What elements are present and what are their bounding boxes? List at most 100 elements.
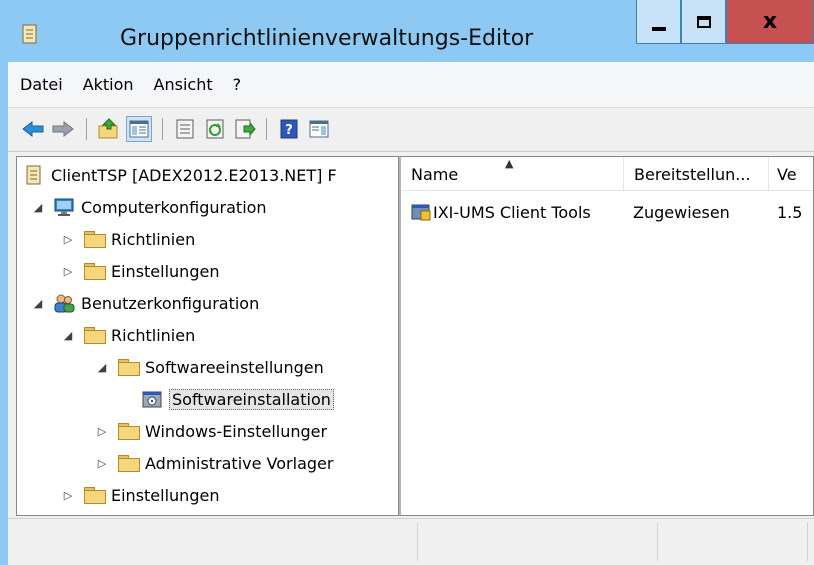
- tree-item-label: ClientTSP [ADEX2012.E2013.NET] F: [51, 165, 337, 185]
- tree-item-root[interactable]: ClientTSP [ADEX2012.E2013.NET] F: [23, 159, 337, 191]
- back-arrow-icon: [22, 120, 44, 138]
- column-header-version[interactable]: Ve: [769, 157, 813, 191]
- tree-item-label: Administrative Vorlager: [145, 453, 334, 473]
- tree-item-label: Richtlinien: [111, 325, 196, 345]
- tree-item-user-richtlinien[interactable]: ◢ Richtlinien: [61, 319, 195, 351]
- expanded-arrow-icon[interactable]: ◢: [95, 361, 109, 374]
- menu-bar: Datei Aktion Ansicht ?: [8, 62, 814, 108]
- help-button[interactable]: ?: [276, 116, 302, 142]
- toolbar-separator: [86, 118, 87, 140]
- properties-button[interactable]: [172, 116, 198, 142]
- status-bar-cell: [418, 523, 658, 561]
- help-icon: ?: [280, 119, 298, 139]
- collapsed-arrow-icon[interactable]: ▷: [61, 265, 75, 278]
- status-bar-cell: [658, 523, 808, 561]
- folder-icon: [83, 229, 106, 249]
- show-hide-action-pane-button[interactable]: [306, 116, 332, 142]
- list-header: Name ▲ Bereitstellun... Ve: [401, 157, 813, 191]
- list-item-deployment: Zugewiesen: [633, 202, 730, 222]
- folder-icon: [83, 485, 106, 505]
- menu-datei[interactable]: Datei: [20, 75, 63, 94]
- toolbar: ?: [8, 108, 814, 152]
- app-icon: [22, 24, 37, 44]
- computer-icon: [54, 198, 74, 216]
- collapsed-arrow-icon[interactable]: ▷: [95, 457, 109, 470]
- tree-item-label: Einstellungen: [111, 485, 220, 505]
- software-installation-icon: [142, 391, 162, 408]
- list-cell-version: 1.5: [777, 197, 813, 227]
- list-item[interactable]: IXI-UMS Client Tools Zugewiesen 1.5: [401, 197, 813, 227]
- menu-help[interactable]: ?: [233, 75, 242, 94]
- folder-icon: [83, 325, 106, 345]
- tree-item-richtlinien[interactable]: ▷ Richtlinien: [61, 223, 195, 255]
- show-hide-tree-icon: [129, 120, 149, 138]
- tree-item-label: Softwareinstallation: [169, 388, 334, 410]
- up-folder-icon: [98, 118, 118, 139]
- title-bar[interactable]: Gruppenrichtlinienverwaltungs-Editor x: [0, 0, 814, 62]
- sort-ascending-icon: ▲: [505, 157, 514, 170]
- show-hide-tree-button[interactable]: [126, 116, 152, 142]
- tree-item-user-einstellungen[interactable]: ▷ Einstellungen: [61, 479, 220, 511]
- expanded-arrow-icon[interactable]: ◢: [31, 297, 45, 310]
- show-hide-action-pane-icon: [309, 120, 329, 138]
- collapsed-arrow-icon[interactable]: ▷: [61, 233, 75, 246]
- tree-item-label: Softwareeinstellungen: [145, 357, 324, 377]
- tree-item-label: Windows-Einstellunger: [145, 421, 328, 441]
- export-list-icon: [235, 119, 256, 139]
- list-cell-name: IXI-UMS Client Tools: [411, 197, 624, 227]
- column-label: Ve: [777, 164, 797, 184]
- tree-item-benutzerkonfiguration[interactable]: ◢ Benutzerkonfiguration: [31, 287, 259, 319]
- close-icon: x: [762, 9, 778, 34]
- column-label: Name: [411, 164, 459, 184]
- tree-item-label: Benutzerkonfiguration: [81, 293, 260, 313]
- users-icon: [54, 294, 75, 313]
- minimize-icon: [651, 26, 666, 31]
- software-package-icon: [411, 204, 431, 221]
- close-button[interactable]: x: [726, 0, 814, 44]
- forward-button[interactable]: [50, 116, 76, 142]
- back-button[interactable]: [20, 116, 46, 142]
- folder-icon: [83, 261, 106, 281]
- window-title: Gruppenrichtlinienverwaltungs-Editor: [120, 26, 534, 51]
- client-area: Datei Aktion Ansicht ? ? ClientTSP [ADEX…: [8, 62, 814, 565]
- maximize-button[interactable]: [681, 0, 726, 44]
- window-frame: Gruppenrichtlinienverwaltungs-Editor x D…: [0, 0, 814, 565]
- refresh-icon: [206, 119, 224, 139]
- properties-icon: [176, 119, 194, 139]
- status-bar-cell: [8, 523, 418, 561]
- svg-text:?: ?: [285, 123, 293, 138]
- folder-icon: [117, 357, 140, 377]
- menu-aktion[interactable]: Aktion: [83, 75, 134, 94]
- expanded-arrow-icon[interactable]: ◢: [61, 329, 75, 342]
- tree-pane[interactable]: ClientTSP [ADEX2012.E2013.NET] F ◢ Compu…: [16, 156, 399, 516]
- status-bar: [8, 518, 814, 565]
- tree-item-einstellungen[interactable]: ▷ Einstellungen: [61, 255, 220, 287]
- toolbar-separator: [266, 118, 267, 140]
- tree-item-softwareeinstellungen[interactable]: ◢ Softwareeinstellungen: [95, 351, 324, 383]
- tree-item-softwareinstallation[interactable]: Softwareinstallation: [141, 383, 334, 415]
- collapsed-arrow-icon[interactable]: ▷: [95, 425, 109, 438]
- maximize-icon: [696, 15, 711, 28]
- up-button[interactable]: [96, 116, 122, 142]
- expanded-arrow-icon[interactable]: ◢: [31, 201, 45, 214]
- menu-ansicht[interactable]: Ansicht: [154, 75, 213, 94]
- column-header-bereitstellung[interactable]: Bereitstellun...: [624, 157, 769, 191]
- column-header-name[interactable]: Name ▲: [401, 157, 624, 191]
- policy-document-icon: [26, 165, 41, 185]
- list-item-name: IXI-UMS Client Tools: [433, 202, 591, 222]
- list-cell-deployment: Zugewiesen: [633, 197, 769, 227]
- list-item-version: 1.5: [777, 202, 803, 222]
- tree-item-windows-einstellungen[interactable]: ▷ Windows-Einstellunger: [95, 415, 327, 447]
- folder-icon: [117, 421, 140, 441]
- toolbar-separator: [162, 118, 163, 140]
- minimize-button[interactable]: [636, 0, 681, 44]
- export-list-button[interactable]: [232, 116, 258, 142]
- forward-arrow-icon: [52, 120, 74, 138]
- refresh-button[interactable]: [202, 116, 228, 142]
- list-pane[interactable]: Name ▲ Bereitstellun... Ve IXI-UMS Clien…: [399, 156, 814, 516]
- tree-item-label: Computerkonfiguration: [81, 197, 267, 217]
- tree-item-administrative-vorlagen[interactable]: ▷ Administrative Vorlager: [95, 447, 334, 479]
- column-label: Bereitstellun...: [634, 164, 751, 184]
- tree-item-computerkonfiguration[interactable]: ◢ Computerkonfiguration: [31, 191, 267, 223]
- collapsed-arrow-icon[interactable]: ▷: [61, 489, 75, 502]
